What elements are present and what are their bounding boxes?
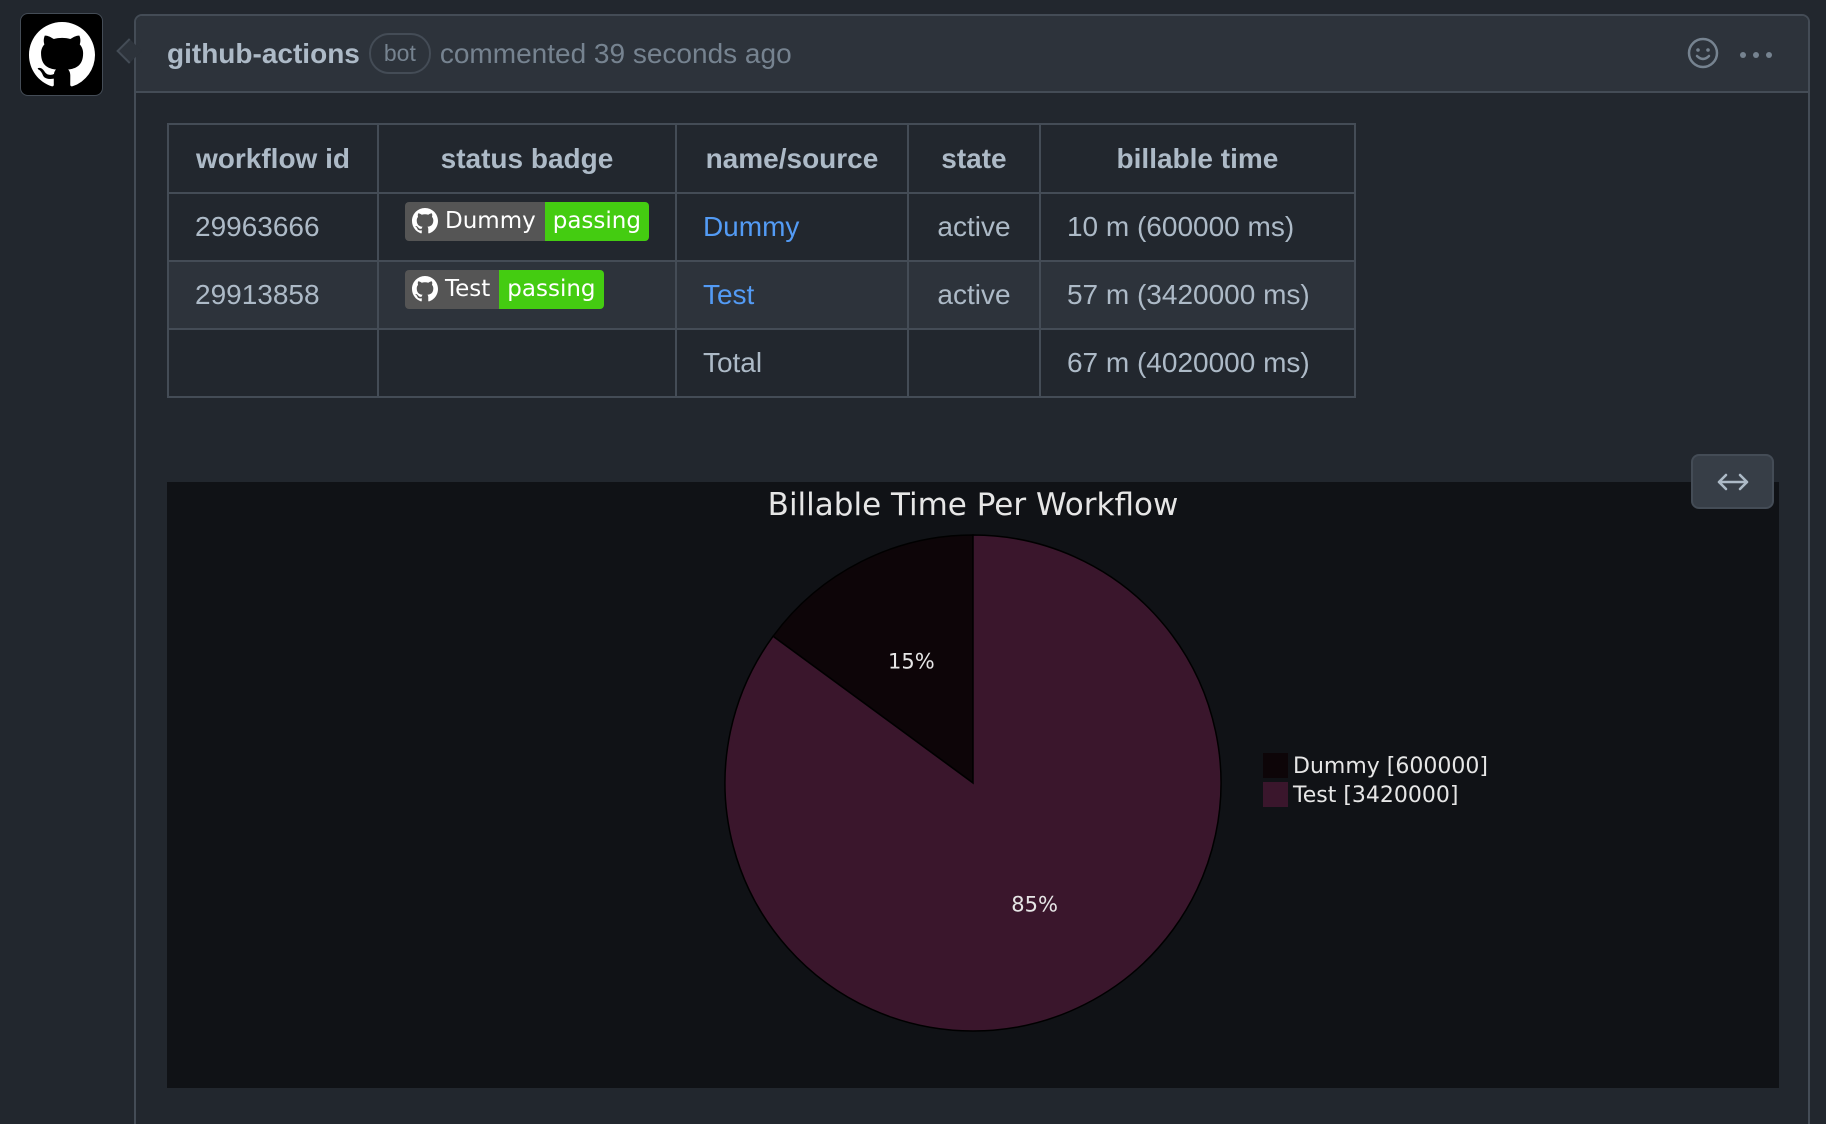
- state-cell: active: [906, 192, 1041, 262]
- github-mark-icon: [412, 276, 438, 302]
- pie-chart: Billable Time Per Workflow 15% 85% Dummy …: [724, 487, 1488, 1032]
- author-avatar[interactable]: [20, 13, 103, 96]
- author-link[interactable]: github-actions: [167, 38, 360, 70]
- status-badge-cell: Test passing: [377, 260, 677, 330]
- table-row: 29963666 Dummy passing Dummy active 10 m…: [167, 192, 1356, 262]
- comment-header: github-actions bot commented 39 seconds …: [136, 16, 1808, 93]
- header-state: state: [906, 123, 1041, 194]
- header-status-badge: status badge: [377, 123, 677, 194]
- billable-time-cell: 57 m (3420000 ms): [1038, 260, 1356, 330]
- workflow-table: workflow id status badge name/source sta…: [167, 123, 1356, 398]
- table-header-row: workflow id status badge name/source sta…: [167, 123, 1356, 194]
- legend-swatch[interactable]: [1263, 782, 1288, 807]
- workflow-link[interactable]: Test: [703, 279, 754, 310]
- state-cell: active: [906, 260, 1041, 330]
- pie-percent-label: 15%: [888, 649, 935, 673]
- comment-body: workflow id status badge name/source sta…: [136, 93, 1808, 398]
- empty-cell: [167, 328, 379, 398]
- arrow-both-icon: [1717, 473, 1748, 490]
- legend-entry-label[interactable]: Test [3420000]: [1292, 783, 1458, 808]
- name-source-cell: Dummy: [674, 192, 909, 262]
- header-name-source: name/source: [674, 123, 909, 194]
- header-workflow-id: workflow id: [167, 123, 379, 194]
- workflow-id-cell: 29963666: [167, 192, 379, 262]
- table-total-row: Total 67 m (4020000 ms): [167, 328, 1356, 398]
- workflow-status-badge[interactable]: Dummy passing: [405, 201, 649, 241]
- empty-cell: [906, 328, 1041, 398]
- badge-status: passing: [499, 269, 604, 309]
- bot-badge: bot: [368, 33, 431, 74]
- badge-label: Test: [445, 276, 491, 302]
- empty-cell: [377, 328, 677, 398]
- status-badge-cell: Dummy passing: [377, 192, 677, 262]
- legend-entry-label[interactable]: Dummy [600000]: [1293, 754, 1488, 779]
- total-label-cell: Total: [674, 328, 909, 398]
- github-mark-icon: [28, 21, 95, 86]
- badge-label: Dummy: [445, 208, 536, 234]
- smiley-icon[interactable]: [1686, 36, 1720, 75]
- legend-swatch[interactable]: [1263, 753, 1288, 778]
- workflow-link[interactable]: Dummy: [703, 211, 799, 242]
- badge-status: passing: [544, 201, 649, 241]
- chart-title: Billable Time Per Workflow: [768, 487, 1179, 523]
- name-source-cell: Test: [674, 260, 909, 330]
- kebab-horizontal-icon[interactable]: [1738, 47, 1774, 65]
- github-mark-icon: [412, 208, 438, 234]
- header-billable-time: billable time: [1038, 123, 1356, 194]
- total-time-cell: 67 m (4020000 ms): [1038, 328, 1356, 398]
- pie-chart-container: Billable Time Per Workflow 15% 85% Dummy …: [167, 482, 1779, 1088]
- comment-timestamp[interactable]: commented 39 seconds ago: [440, 38, 792, 70]
- workflow-id-cell: 29913858: [167, 260, 379, 330]
- table-row: 29913858 Test passing Test active 57 m (…: [167, 260, 1356, 330]
- billable-time-cell: 10 m (600000 ms): [1038, 192, 1356, 262]
- expand-button[interactable]: [1691, 454, 1774, 509]
- workflow-status-badge[interactable]: Test passing: [405, 269, 604, 309]
- pie-percent-label: 85%: [1011, 893, 1058, 917]
